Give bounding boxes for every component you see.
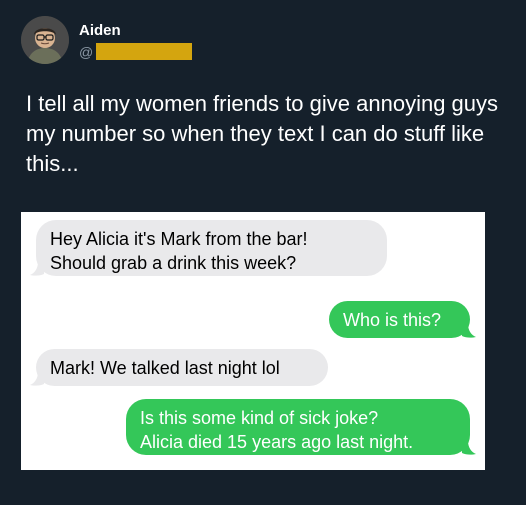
message-line: Hey Alicia it's Mark from the bar! bbox=[50, 229, 308, 249]
message-bubble-received: Mark! We talked last night lol bbox=[36, 349, 328, 386]
author-handle[interactable]: @ bbox=[79, 43, 193, 60]
bubble-tail bbox=[30, 372, 44, 386]
attached-image[interactable]: Hey Alicia it's Mark from the bar! Shoul… bbox=[21, 212, 485, 470]
message-bubble-sent: Who is this? bbox=[329, 301, 470, 338]
message-line: Who is this? bbox=[343, 310, 442, 330]
avatar[interactable] bbox=[21, 16, 69, 64]
bubble-tail bbox=[30, 262, 44, 276]
handle-prefix: @ bbox=[79, 43, 94, 60]
tweet-text: I tell all my women friends to give anno… bbox=[26, 91, 499, 176]
message-line: Should grab a drink this week? bbox=[50, 253, 297, 273]
message-line: Mark! We talked last night lol bbox=[50, 358, 280, 378]
bubble-tail bbox=[462, 324, 476, 338]
tweet: Aiden @ I tell all my women friends to g… bbox=[0, 0, 526, 505]
bubble-tail bbox=[462, 441, 476, 455]
message-bubble-sent: Is this some kind of sick joke? Alicia d… bbox=[126, 399, 470, 455]
avatar-image bbox=[21, 16, 69, 64]
message-line: Is this some kind of sick joke? bbox=[140, 408, 379, 428]
message-line: Alicia died 15 years ago last night. bbox=[140, 432, 414, 452]
handle-redaction bbox=[96, 43, 193, 60]
author-name[interactable]: Aiden bbox=[79, 22, 121, 39]
message-bubble-received: Hey Alicia it's Mark from the bar! Shoul… bbox=[36, 220, 387, 276]
